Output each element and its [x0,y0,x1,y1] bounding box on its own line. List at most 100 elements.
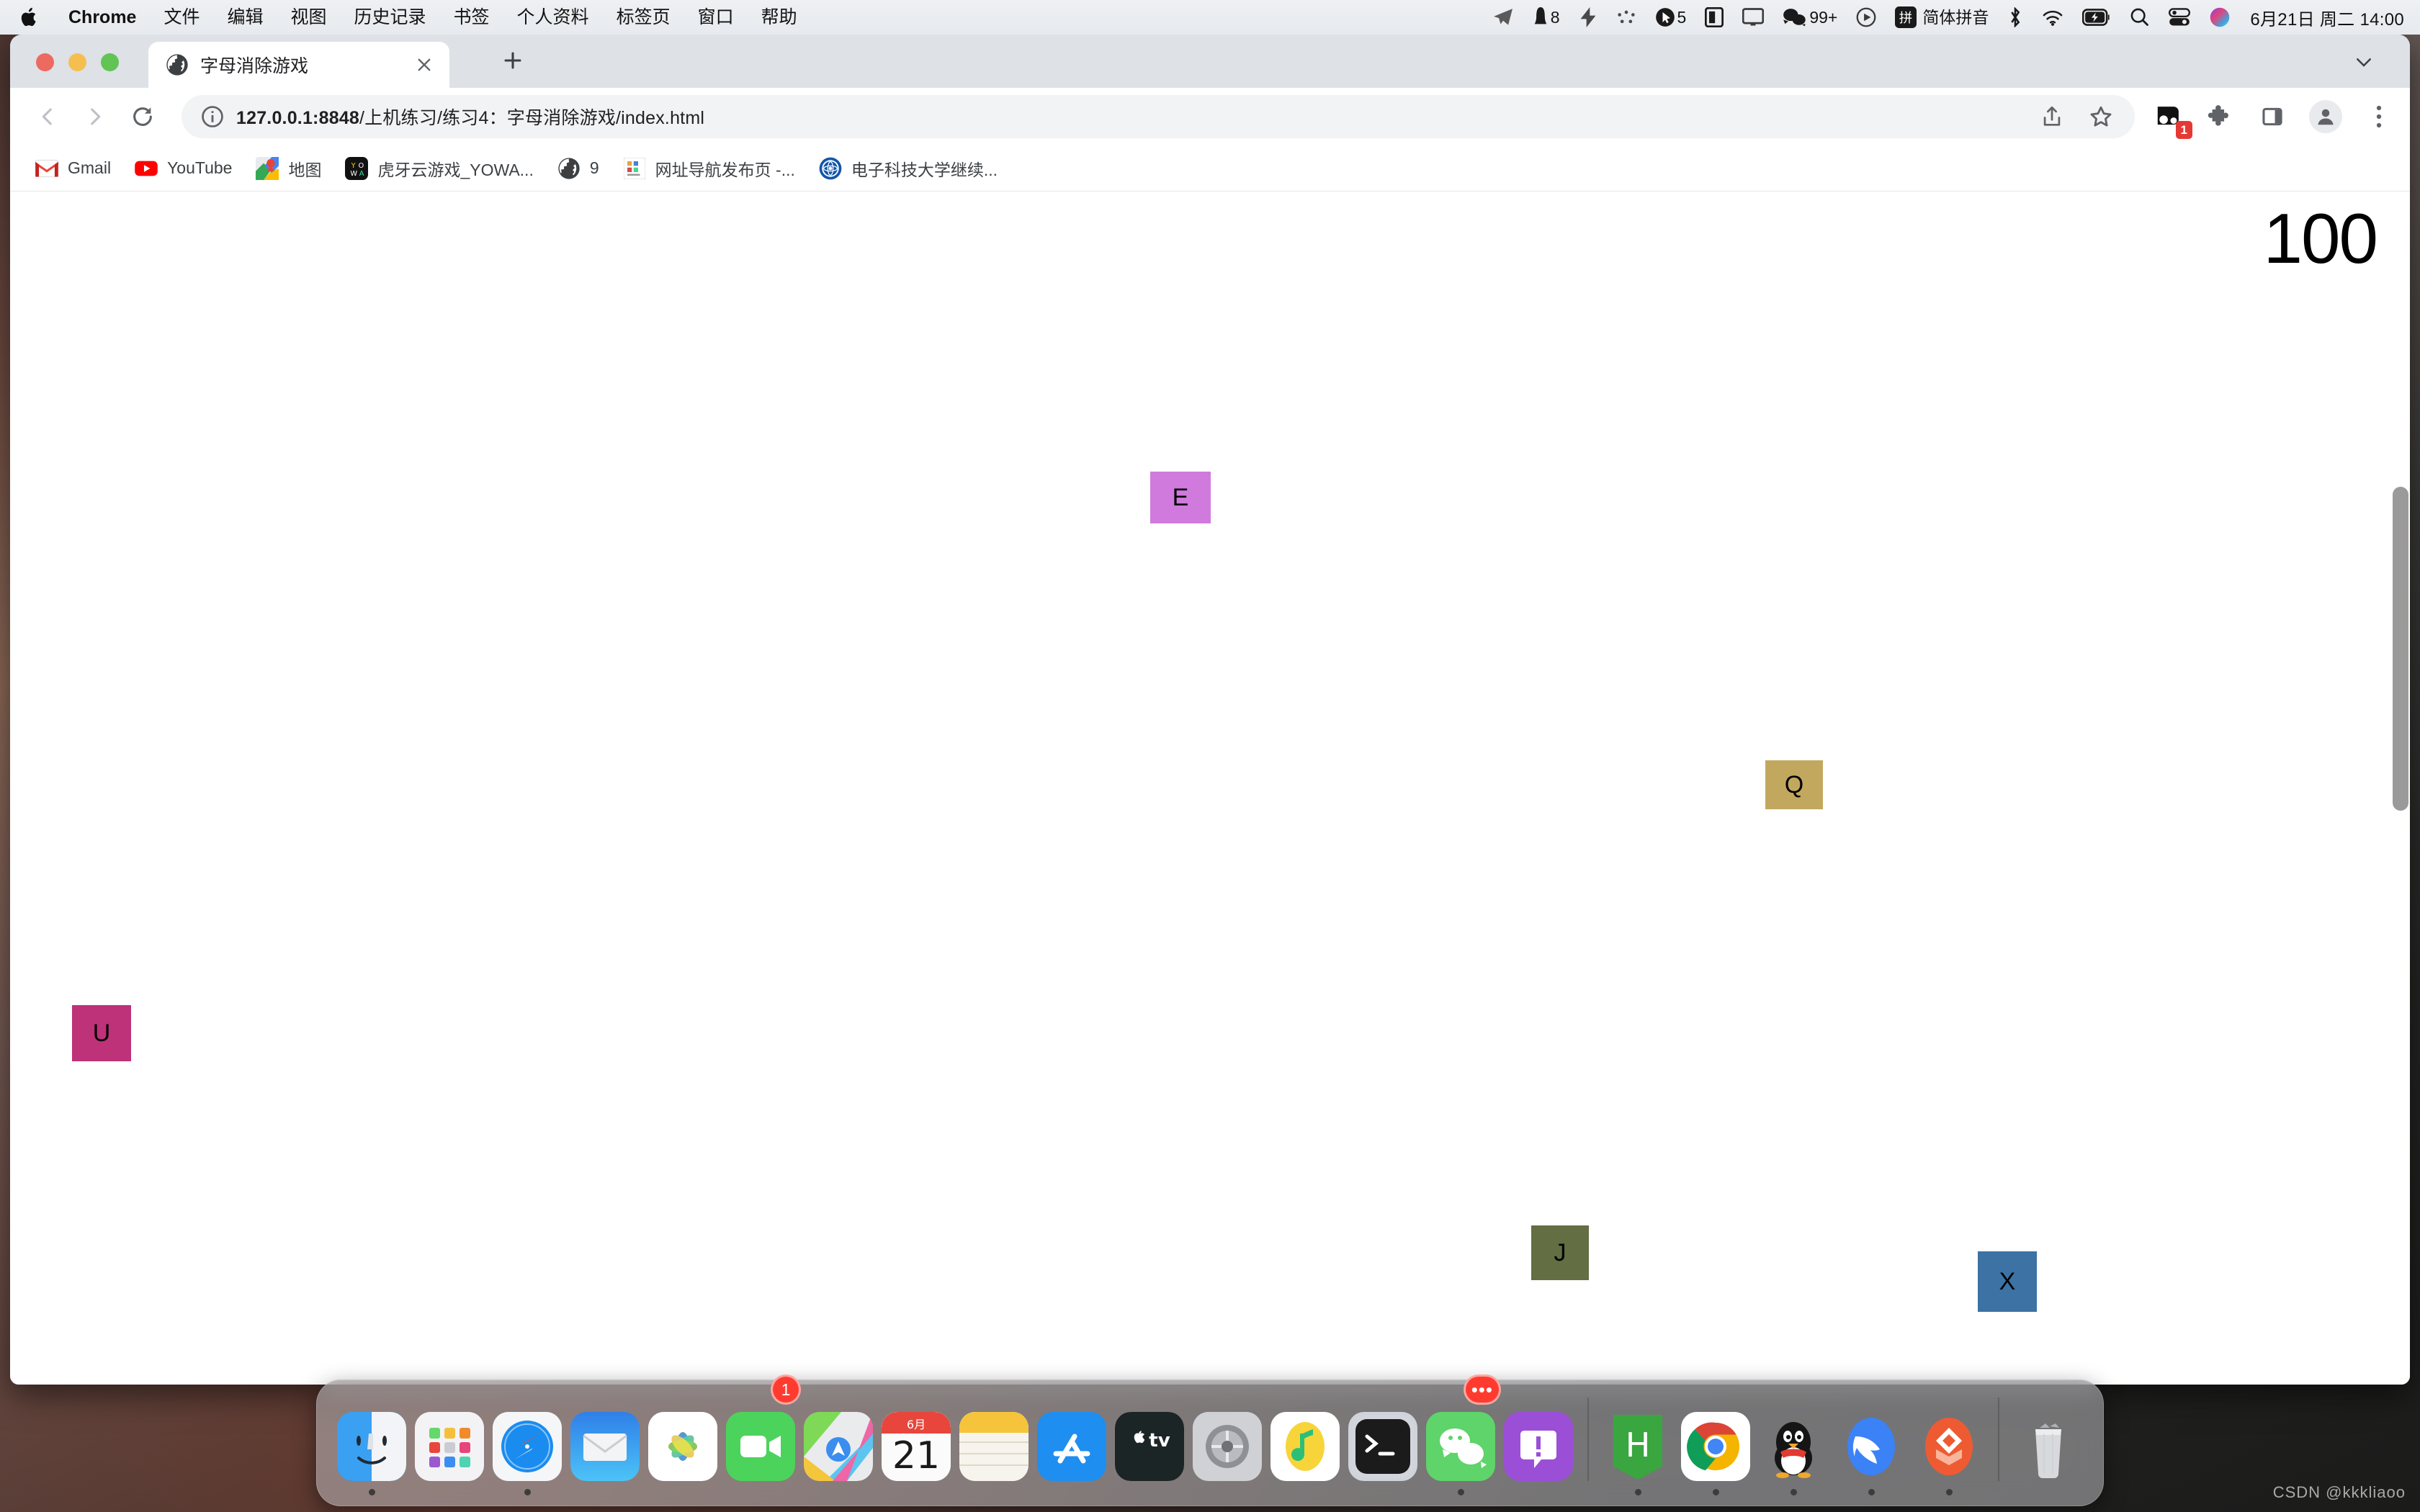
letter-tile-u[interactable]: U [72,1005,131,1061]
bookmarks-bar: Gmail YouTube 地图 YOWA 虎牙云游戏_YOWA... 9 网址… [10,145,2410,192]
dock-item-chrome[interactable] [1677,1379,1754,1506]
bookmark-label: 电子科技大学继续... [851,160,998,179]
menubar-item-bookmarks[interactable]: 书签 [440,8,503,27]
svg-text:A: A [359,169,364,177]
menubar-item-window[interactable]: 窗口 [684,8,748,27]
browser-tab[interactable]: 字母消除游戏 [148,42,449,88]
dock-item-terminal[interactable] [1344,1379,1422,1506]
close-tab-button[interactable] [411,51,438,78]
forward-button[interactable] [73,95,117,138]
dock-item-apple-tv[interactable]: tv [1111,1379,1188,1506]
reload-button[interactable] [121,95,164,138]
play-circle-icon[interactable] [1847,7,1886,27]
menubar-item-chrome[interactable]: Chrome [55,8,150,27]
menubar-item-edit[interactable]: 编辑 [213,8,277,27]
wechat-icon [1426,1412,1495,1481]
dock-item-wechat[interactable]: ••• [1422,1374,1501,1506]
menubar-item-tab[interactable]: 标签页 [603,8,684,27]
bookmark-nav[interactable]: 网址导航发布页 -... [611,151,807,186]
battery-charging-icon[interactable] [2073,9,2120,26]
yuque-icon [1504,1412,1573,1481]
extension-shortcut-icon[interactable]: 1 [2154,102,2192,139]
wechat-count: 99+ [1809,7,1838,27]
dock-item-notes[interactable] [955,1379,1033,1506]
puzzle-icon[interactable] [2205,102,2236,132]
close-window-button[interactable] [36,53,54,71]
bookmark-yowa[interactable]: YOWA 虎牙云游戏_YOWA... [333,151,544,186]
dock-item-hbuilder[interactable]: H [1599,1379,1677,1506]
terminal-icon [1348,1412,1417,1481]
letter-tile-e[interactable]: E [1150,472,1211,523]
tab-title: 字母消除游戏 [200,56,309,76]
dots-icon[interactable] [1607,8,1646,27]
bluetooth-icon[interactable] [1998,7,2033,27]
minimize-window-button[interactable] [68,53,86,71]
wifi-icon[interactable] [2033,8,2073,27]
menubar-item-help[interactable]: 帮助 [748,8,811,27]
running-indicator [602,1489,609,1495]
cursor-icon[interactable]: 5 [1646,7,1696,27]
chrome-icon [1681,1412,1750,1481]
side-panel-icon[interactable] [2257,102,2287,132]
dock-item-mail[interactable] [566,1379,644,1506]
control-center-icon[interactable] [2159,8,2200,27]
running-indicator [835,1489,842,1495]
dock-item-finder[interactable] [333,1379,411,1506]
search-icon[interactable] [2120,7,2159,27]
toolbar-right-icons: 1 [2154,100,2394,139]
dock-item-feishu[interactable] [1832,1379,1910,1506]
menubar-item-file[interactable]: 文件 [150,8,213,27]
dock-item-trash[interactable] [2009,1379,2087,1506]
dock-item-qq-music[interactable] [1266,1379,1344,1506]
bookmark-9[interactable]: 9 [545,151,611,186]
share-icon[interactable] [2037,102,2067,132]
bookmark-maps[interactable]: 地图 [243,151,333,186]
wechat-icon[interactable]: 99+ [1773,8,1847,27]
dock-item-calendar[interactable]: 6月 21 [877,1379,955,1506]
running-indicator [1868,1489,1875,1495]
address-bar[interactable]: 127.0.0.1:8848/上机练习/练习4：字母消除游戏/index.htm… [182,95,2135,138]
nav-icon [622,156,647,181]
dock-item-safari[interactable] [488,1379,566,1506]
vertical-scrollbar[interactable] [2393,487,2408,811]
new-tab-button[interactable] [494,42,532,79]
display-icon[interactable] [1733,8,1773,27]
lightning-icon[interactable] [1569,7,1607,27]
dock-item-facetime[interactable]: 1 [722,1374,801,1506]
dock-item-qq[interactable] [1754,1379,1832,1506]
bookmark-youtube[interactable]: YouTube [122,151,243,186]
three-dot-menu-icon[interactable] [2364,102,2394,132]
safari-icon [493,1412,562,1481]
dock-item-system-preferences[interactable] [1188,1379,1266,1506]
notification-bell-icon[interactable]: 8 [1523,7,1569,27]
svg-text:H: H [1626,1426,1651,1464]
apple-logo-icon[interactable] [20,6,55,28]
running-indicator [1712,1489,1719,1495]
letter-tile-q[interactable]: Q [1765,760,1823,809]
profile-avatar[interactable] [2309,100,2342,133]
dock-item-photos[interactable] [644,1379,722,1506]
back-button[interactable] [26,95,69,138]
menubar-clock[interactable]: 6月21日 周二 14:00 [2240,5,2404,30]
chevron-down-icon[interactable] [2348,46,2380,78]
dock-item-sketch-box[interactable] [1910,1379,1988,1506]
dock-item-app-store[interactable] [1033,1379,1111,1506]
dock-item-yuque[interactable] [1500,1379,1577,1506]
letter-tile-x[interactable]: X [1978,1251,2037,1312]
letter-tile-j[interactable]: J [1531,1225,1589,1280]
maximize-window-button[interactable] [101,53,119,71]
siri-icon[interactable] [2200,6,2240,28]
info-circle-icon[interactable] [200,104,225,129]
menubar-item-profiles[interactable]: 个人资料 [503,8,603,27]
dock-item-launchpad[interactable] [411,1379,488,1506]
dock-separator [1587,1398,1589,1481]
pinyin-icon[interactable]: 拼 简体拼音 [1886,6,1998,28]
star-icon[interactable] [2086,102,2116,132]
telegram-icon[interactable] [1483,8,1523,27]
screen-record-icon[interactable] [1695,7,1733,27]
menubar-item-history[interactable]: 历史记录 [341,8,440,27]
dock-item-maps[interactable] [799,1379,877,1506]
bookmark-gmail[interactable]: Gmail [23,151,122,186]
bookmark-uestc[interactable]: 电子科技大学继续... [807,151,1009,186]
menubar-item-view[interactable]: 视图 [277,8,341,27]
